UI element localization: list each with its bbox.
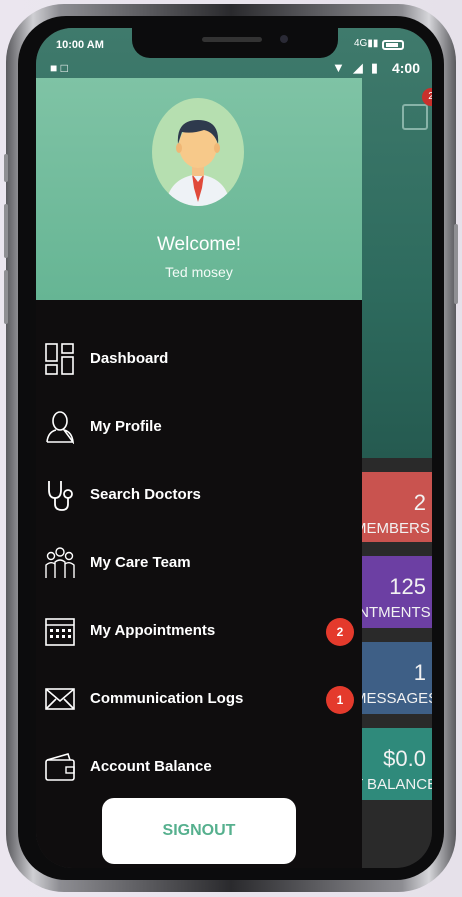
welcome-text: Welcome! (156, 234, 242, 255)
user-name: Ted mosey (165, 264, 233, 280)
phone-screen: 2 2 MEMBERS 125 INTMENTS 1 MESSAGES $0.0… (36, 28, 432, 868)
user-avatar-icon (166, 120, 230, 206)
android-status-bar: ■ □ ▼◢▮ 4:00 (36, 58, 432, 78)
members-tile[interactable]: 2 MEMBERS (354, 472, 432, 542)
menu-label-my-care-team: My Care Team (90, 554, 191, 571)
menu-label-communication-logs: Communication Logs (90, 690, 244, 707)
avatar[interactable] (152, 98, 244, 206)
status-clock: 4:00 (391, 60, 420, 76)
tile-label: INTMENTS (354, 604, 431, 621)
power-button (454, 224, 458, 304)
menu-item-my-appointments[interactable]: My Appointments 2 (36, 600, 362, 664)
menu-item-my-profile[interactable]: My Profile (36, 396, 362, 460)
battery-icon (382, 40, 404, 50)
tile-value: 2 (413, 490, 426, 515)
drawer-header: Welcome! Ted mosey (36, 78, 362, 300)
tile-value: 1 (413, 660, 426, 685)
status-bar: 10:00 AM 4G▮▮ ■ □ ▼◢▮ 4:00 (36, 28, 432, 78)
stethoscope-icon (48, 481, 73, 511)
front-camera (280, 35, 288, 43)
envelope-icon (45, 688, 75, 710)
volume-down-button (4, 270, 8, 324)
communication-badge: 1 (326, 686, 354, 714)
balance-tile[interactable]: $0.0 T BALANCE (354, 728, 432, 800)
appointments-badge: 2 (326, 618, 354, 646)
menu-item-my-care-team[interactable]: My Care Team (36, 532, 362, 596)
dashboard-icon (45, 343, 74, 375)
mute-switch (4, 154, 8, 182)
tile-value: 125 (389, 574, 426, 599)
tile-label: MESSAGES (354, 690, 432, 707)
signal-icon: 4G▮▮ (354, 38, 379, 49)
notch (132, 28, 338, 58)
menu-item-search-doctors[interactable]: Search Doctors (36, 464, 362, 528)
menu-item-dashboard[interactable]: Dashboard (36, 328, 362, 392)
wallet-icon (45, 753, 75, 781)
menu-label-search-doctors: Search Doctors (90, 486, 201, 503)
tile-label: MEMBERS (354, 520, 430, 537)
notification-icons: ■ □ (50, 61, 68, 75)
speaker-grille (202, 37, 262, 42)
status-time: 10:00 AM (56, 39, 104, 51)
menu-item-communication-logs[interactable]: Communication Logs 1 (36, 668, 362, 732)
appointments-tile[interactable]: 125 INTMENTS (354, 556, 432, 628)
navigation-drawer: Welcome! Ted mosey Dashboard My Profile (36, 78, 362, 868)
network-label: 4G (354, 38, 368, 49)
care-team-icon (45, 547, 75, 578)
calendar-icon[interactable] (402, 104, 428, 130)
menu-label-my-appointments: My Appointments (90, 622, 216, 639)
system-icons: ▼◢▮ (331, 60, 386, 75)
menu-label-account-balance: Account Balance (90, 758, 212, 775)
signout-button[interactable]: SIGNOUT (102, 798, 296, 864)
calendar-icon (45, 618, 75, 646)
menu-label-dashboard: Dashboard (90, 350, 169, 367)
menu-label-my-profile: My Profile (90, 418, 162, 435)
tile-value: $0.0 (383, 746, 426, 771)
messages-tile[interactable]: 1 MESSAGES (354, 642, 432, 714)
profile-icon (46, 411, 75, 444)
volume-up-button (4, 204, 8, 258)
tile-label: T BALANCE (354, 776, 432, 793)
menu-item-account-balance[interactable]: Account Balance (36, 736, 362, 800)
